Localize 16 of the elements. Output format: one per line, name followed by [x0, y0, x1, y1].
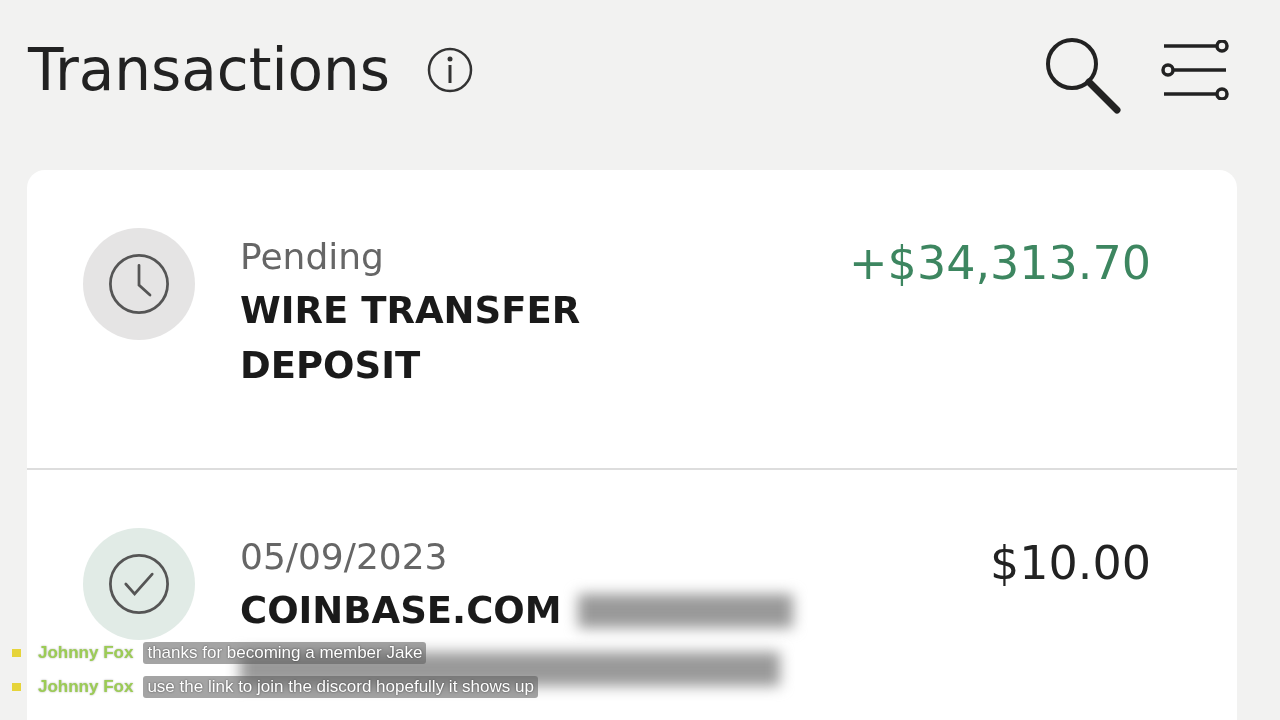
transaction-description: WIRE TRANSFER [240, 289, 581, 332]
chat-username: Johnny Fox [38, 643, 134, 663]
chat-username: Johnny Fox [38, 677, 134, 697]
chat-bullet-icon [12, 649, 21, 657]
transaction-description: DEPOSIT [240, 344, 421, 387]
transaction-amount: $10.00 [990, 536, 1151, 590]
transaction-date: 05/09/2023 [240, 536, 449, 577]
transaction-description: COINBASE.COM [240, 589, 562, 632]
transaction-amount: +$34,313.70 [849, 236, 1151, 290]
filter-icon[interactable] [1158, 40, 1232, 100]
chat-bullet-icon [12, 683, 21, 691]
chat-message: thanks for becoming a member Jake [143, 642, 427, 664]
chat-message: use the link to join the discord hopefully it shows up [143, 676, 538, 698]
page-title: Transactions [28, 36, 391, 104]
transaction-date: Pending [240, 236, 385, 277]
info-icon[interactable] [426, 46, 475, 94]
